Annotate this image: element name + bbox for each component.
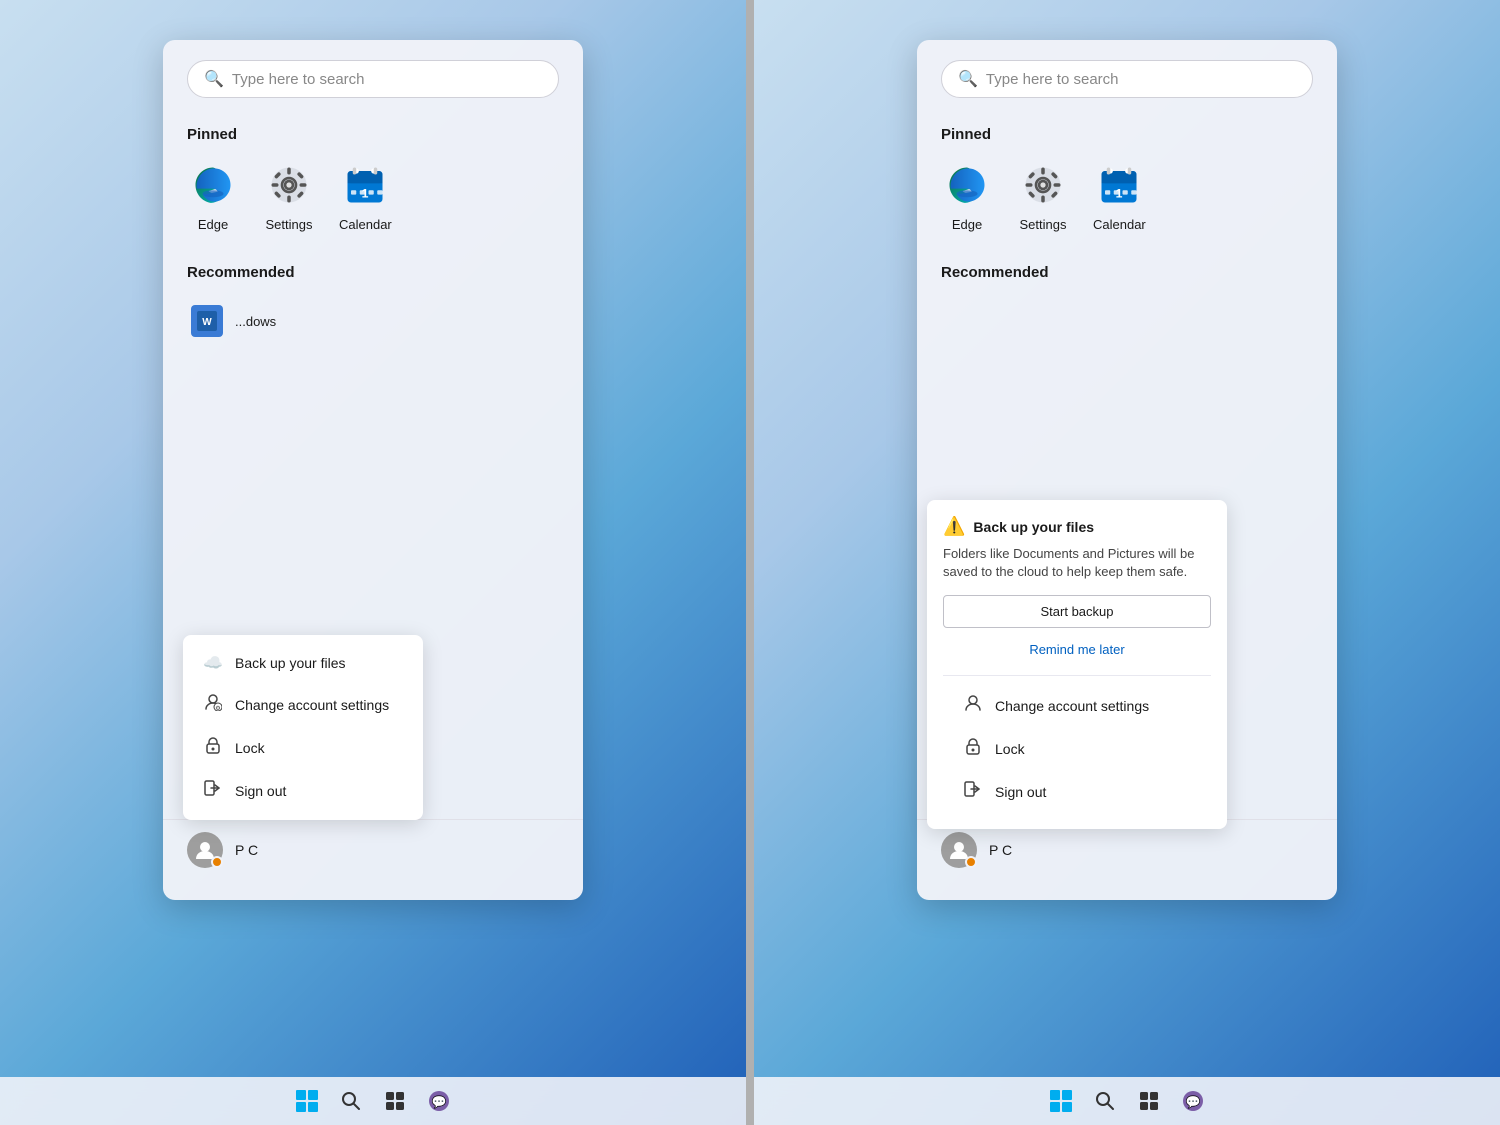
- calendar-app-icon: 1: [339, 159, 391, 211]
- user-badge: [211, 856, 223, 868]
- left-start-menu: 🔍 Type here to search Pinned: [163, 40, 583, 900]
- menu-account[interactable]: ⚙ Change account settings: [183, 683, 423, 726]
- menu-signout[interactable]: Sign out: [183, 769, 423, 812]
- menu-account-label: Change account settings: [235, 697, 389, 713]
- left-context-menu: ☁️ Back up your files ⚙ Change account s…: [183, 635, 423, 820]
- left-chat-button[interactable]: 💬: [421, 1083, 457, 1119]
- right-start-button[interactable]: [1043, 1083, 1079, 1119]
- menu-backup[interactable]: ☁️ Back up your files: [183, 643, 423, 683]
- left-user-bar[interactable]: P C: [163, 819, 583, 880]
- app-settings[interactable]: Settings: [263, 159, 315, 232]
- svg-text:💬: 💬: [1186, 1095, 1201, 1109]
- right-app-calendar[interactable]: 1 Calendar: [1093, 159, 1146, 232]
- rec-icon: W: [191, 305, 223, 337]
- right-task-view-button[interactable]: [1131, 1083, 1167, 1119]
- right-taskbar: 💬: [754, 1077, 1500, 1125]
- right-recommended-section: Recommended: [941, 264, 1313, 281]
- right-calendar-icon: 1: [1093, 159, 1145, 211]
- left-recommended-item[interactable]: W ...dows: [187, 297, 559, 345]
- right-menu-lock[interactable]: Lock: [943, 727, 1211, 770]
- signout-icon: [203, 779, 223, 802]
- right-menu-signout-label: Sign out: [995, 784, 1046, 800]
- lock-icon: [203, 736, 223, 759]
- left-panel: 🔍 Type here to search Pinned: [0, 0, 746, 1125]
- left-user-name: P C: [235, 842, 258, 858]
- right-calendar-label: Calendar: [1093, 217, 1146, 232]
- rec-text: ...dows: [235, 314, 276, 329]
- menu-lock[interactable]: Lock: [183, 726, 423, 769]
- account-icon: ⚙: [203, 693, 223, 716]
- right-search-bar[interactable]: 🔍 Type here to search: [941, 60, 1313, 98]
- right-settings-icon: [1017, 159, 1069, 211]
- left-start-button[interactable]: [289, 1083, 325, 1119]
- right-user-badge: [965, 856, 977, 868]
- settings-app-icon: [263, 159, 315, 211]
- left-taskbar: 💬: [0, 1077, 746, 1125]
- left-user-avatar: [187, 832, 223, 868]
- right-edge-icon: [941, 159, 993, 211]
- left-search-bar[interactable]: 🔍 Type here to search: [187, 60, 559, 98]
- backup-divider: [943, 675, 1211, 676]
- backup-description: Folders like Documents and Pictures will…: [943, 545, 1211, 581]
- backup-notification-card: ⚠️ Back up your files Folders like Docum…: [927, 500, 1227, 829]
- svg-text:⚙: ⚙: [215, 705, 220, 711]
- right-recommended-label: Recommended: [941, 264, 1313, 281]
- left-search-placeholder: Type here to search: [232, 71, 365, 88]
- right-search-icon: 🔍: [958, 69, 978, 89]
- right-chat-button[interactable]: 💬: [1175, 1083, 1211, 1119]
- right-start-menu: 🔍 Type here to search Pinned: [917, 40, 1337, 900]
- settings-label: Settings: [266, 217, 313, 232]
- left-pinned-label: Pinned: [187, 126, 559, 143]
- start-backup-button[interactable]: Start backup: [943, 595, 1211, 628]
- right-menu-account[interactable]: Change account settings: [943, 684, 1211, 727]
- right-app-edge[interactable]: Edge: [941, 159, 993, 232]
- app-edge[interactable]: Edge: [187, 159, 239, 232]
- right-panel: 🔍 Type here to search Pinned: [754, 0, 1500, 1125]
- edge-label: Edge: [198, 217, 228, 232]
- menu-signout-label: Sign out: [235, 783, 286, 799]
- panel-divider: [746, 0, 754, 1125]
- menu-backup-label: Back up your files: [235, 655, 346, 671]
- right-menu-account-label: Change account settings: [995, 698, 1149, 714]
- remind-later-button[interactable]: Remind me later: [943, 636, 1211, 663]
- menu-lock-label: Lock: [235, 740, 265, 756]
- right-app-settings[interactable]: Settings: [1017, 159, 1069, 232]
- right-pinned-apps: Edge: [941, 159, 1313, 232]
- left-search-button[interactable]: [333, 1083, 369, 1119]
- right-search-placeholder: Type here to search: [986, 71, 1119, 88]
- right-user-name: P C: [989, 842, 1012, 858]
- right-windows-icon: [1050, 1090, 1072, 1112]
- svg-text:💬: 💬: [432, 1095, 447, 1109]
- right-signout-icon: [963, 780, 983, 803]
- right-pinned-label: Pinned: [941, 126, 1313, 143]
- search-icon: 🔍: [204, 69, 224, 89]
- left-recommended-label: Recommended: [187, 264, 559, 281]
- right-menu-signout[interactable]: Sign out: [943, 770, 1211, 813]
- right-menu-lock-label: Lock: [995, 741, 1025, 757]
- right-lock-icon: [963, 737, 983, 760]
- right-search-button[interactable]: [1087, 1083, 1123, 1119]
- app-calendar[interactable]: 1 Calendar: [339, 159, 392, 232]
- left-pinned-apps: Edge: [187, 159, 559, 232]
- right-user-avatar: [941, 832, 977, 868]
- right-settings-label: Settings: [1020, 217, 1067, 232]
- left-task-view-button[interactable]: [377, 1083, 413, 1119]
- backup-icon: ☁️: [203, 653, 223, 673]
- left-recommended-section: Recommended W ...dows: [187, 264, 559, 345]
- edge-icon: [187, 159, 239, 211]
- backup-title: Back up your files: [973, 519, 1094, 535]
- right-account-icon: [963, 694, 983, 717]
- windows-icon: [296, 1090, 318, 1112]
- svg-text:W: W: [202, 317, 212, 328]
- backup-header: ⚠️ Back up your files: [943, 516, 1211, 537]
- backup-warning-icon: ⚠️: [943, 516, 965, 537]
- right-edge-label: Edge: [952, 217, 982, 232]
- calendar-label: Calendar: [339, 217, 392, 232]
